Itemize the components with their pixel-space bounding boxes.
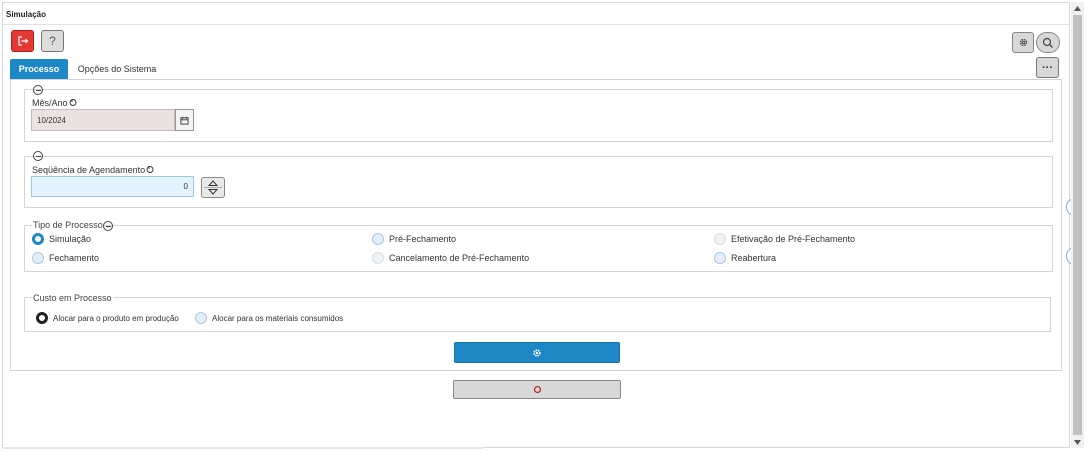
search-button[interactable] bbox=[1036, 32, 1060, 53]
triangle-up-icon bbox=[1074, 5, 1081, 11]
sequencia-input[interactable]: 0 bbox=[31, 176, 194, 197]
radio-indicator bbox=[714, 252, 726, 264]
execute-button[interactable] bbox=[454, 342, 620, 363]
radio-indicator bbox=[195, 312, 207, 324]
bottom-strip bbox=[3, 447, 483, 449]
scroll-down-arrow[interactable] bbox=[1071, 436, 1084, 448]
radio-fechamento-label: Fechamento bbox=[49, 253, 100, 263]
mes-ano-label: Mês/Ano bbox=[32, 98, 68, 108]
radio-indicator bbox=[32, 252, 44, 264]
radio-reabertura[interactable]: Reabertura bbox=[714, 252, 776, 264]
mes-ano-label-wrap: Mês/Ano bbox=[32, 98, 77, 108]
tab-opcoes-do-sistema[interactable]: Opções do Sistema bbox=[72, 59, 162, 79]
radio-alocar-produto-label: Alocar para o produto em produção bbox=[53, 313, 179, 323]
tipo-processo-legend: Tipo de Processo bbox=[32, 220, 104, 230]
scrollbar-thumb[interactable] bbox=[1073, 15, 1082, 435]
settings-button[interactable] bbox=[1012, 32, 1034, 53]
radio-selected-indicator bbox=[36, 312, 48, 324]
collapse-mes-ano-icon[interactable] bbox=[33, 85, 43, 95]
help-button[interactable]: ? bbox=[41, 30, 64, 52]
tipo-processo-label: Tipo de Processo bbox=[33, 220, 103, 230]
pointer-hand-icon bbox=[146, 166, 154, 173]
triangle-down-icon bbox=[1074, 439, 1081, 445]
more-options-button[interactable]: ··· bbox=[1036, 57, 1059, 78]
tipo-processo-section bbox=[24, 225, 1053, 272]
circle-icon bbox=[533, 385, 541, 394]
collapse-tipo-processo-icon[interactable] bbox=[103, 221, 113, 231]
collapse-sequencia-icon[interactable] bbox=[33, 151, 43, 161]
title-divider bbox=[3, 24, 1069, 25]
up-down-stepper-icon bbox=[204, 180, 222, 195]
vertical-scrollbar[interactable] bbox=[1071, 2, 1084, 448]
mes-ano-input[interactable]: 10/2024 bbox=[31, 109, 175, 131]
exit-button[interactable] bbox=[11, 30, 34, 52]
radio-pre-fechamento-label: Pré-Fechamento bbox=[389, 234, 457, 244]
radio-cancelamento-label: Cancelamento de Pré-Fechamento bbox=[389, 253, 530, 263]
radio-simulacao[interactable]: Simulação bbox=[32, 233, 91, 245]
radio-selected-indicator bbox=[32, 233, 44, 245]
pointer-hand-icon bbox=[69, 99, 76, 106]
cancel-button[interactable] bbox=[453, 380, 621, 399]
question-icon: ? bbox=[49, 34, 56, 48]
scroll-up-arrow[interactable] bbox=[1071, 2, 1084, 14]
window-title: Simulação bbox=[6, 10, 47, 19]
radio-alocar-produto[interactable]: Alocar para o produto em produção bbox=[36, 312, 179, 324]
calendar-icon bbox=[180, 116, 189, 125]
radio-alocar-materiais-label: Alocar para os materiais consumidos bbox=[212, 313, 344, 323]
search-icon bbox=[1042, 37, 1053, 48]
custo-processo-label: Custo em Processo bbox=[33, 293, 112, 303]
radio-efetivacao-pre-fechamento[interactable]: Efetivação de Pré-Fechamento bbox=[714, 233, 855, 245]
exit-icon bbox=[17, 36, 28, 46]
radio-reabertura-label: Reabertura bbox=[731, 253, 777, 263]
radio-alocar-materiais[interactable]: Alocar para os materiais consumidos bbox=[195, 312, 343, 324]
sequencia-label-wrap: Seqüência de Agendamento bbox=[32, 165, 154, 175]
gear-icon bbox=[1019, 38, 1027, 47]
radio-simulacao-label: Simulação bbox=[49, 234, 92, 244]
calendar-button[interactable] bbox=[175, 109, 194, 131]
radio-fechamento[interactable]: Fechamento bbox=[32, 252, 99, 264]
sequencia-label: Seqüência de Agendamento bbox=[32, 165, 146, 175]
tab-processo[interactable]: Processo bbox=[10, 59, 68, 79]
radio-efetivacao-label: Efetivação de Pré-Fechamento bbox=[731, 234, 856, 244]
ellipsis-icon: ··· bbox=[1042, 61, 1053, 74]
radio-indicator bbox=[714, 233, 726, 245]
gear-icon bbox=[533, 348, 541, 357]
radio-indicator bbox=[372, 252, 384, 264]
radio-indicator bbox=[372, 233, 384, 245]
radio-cancelamento-pre-fechamento[interactable]: Cancelamento de Pré-Fechamento bbox=[372, 252, 529, 264]
radio-pre-fechamento[interactable]: Pré-Fechamento bbox=[372, 233, 456, 245]
sequencia-stepper[interactable] bbox=[201, 177, 225, 198]
custo-processo-legend: Custo em Processo bbox=[32, 293, 113, 303]
